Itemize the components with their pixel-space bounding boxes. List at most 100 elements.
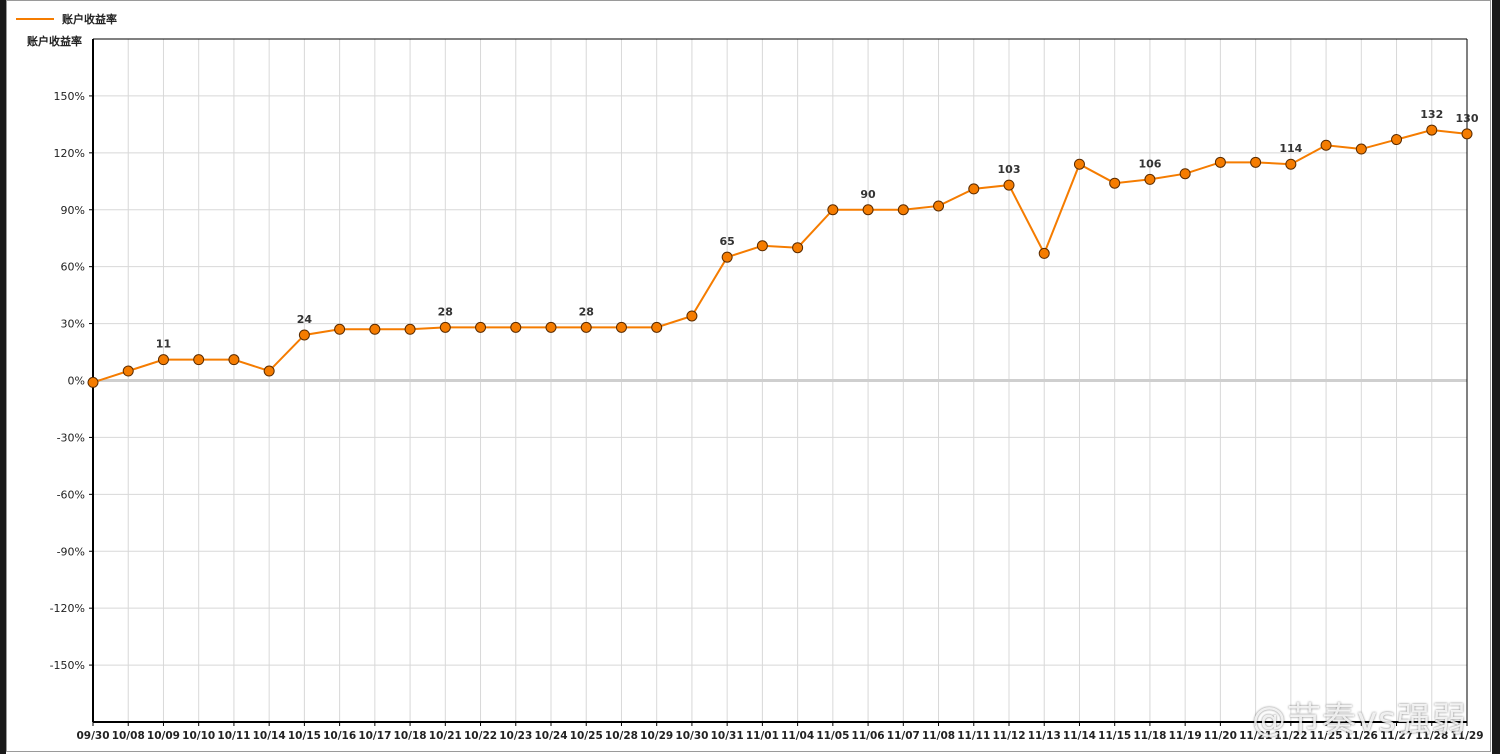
data-label: 90 — [860, 188, 876, 201]
data-point — [228, 354, 240, 366]
data-point — [651, 321, 663, 333]
y-tick-label: 90% — [61, 204, 85, 217]
data-point — [1391, 134, 1403, 146]
data-point — [615, 321, 627, 333]
data-label: 130 — [1456, 112, 1479, 125]
data-point — [369, 323, 381, 335]
x-tick-label: 11/18 — [1133, 730, 1166, 742]
data-label: 11 — [156, 338, 171, 351]
x-tick-label: 10/22 — [464, 730, 497, 742]
data-label: 132 — [1420, 108, 1443, 121]
data-point — [1038, 247, 1050, 259]
y-tick-label: -60% — [57, 488, 85, 501]
x-tick-label: 11/14 — [1063, 730, 1096, 742]
data-point — [193, 354, 205, 366]
data-labels: 11 24 28 28 65 90 103 106 114 132 130 — [156, 108, 1479, 351]
x-tick-label: 09/30 — [76, 730, 109, 742]
series-line — [92, 129, 1468, 384]
y-tick-label: 120% — [54, 147, 85, 160]
y-tick-label: -120% — [50, 602, 85, 615]
data-point — [334, 323, 346, 335]
data-point — [1214, 156, 1226, 168]
data-point — [404, 323, 416, 335]
x-tick-label: 10/24 — [534, 730, 567, 742]
data-label: 28 — [579, 305, 594, 318]
y-tick-label: 150% — [54, 90, 85, 103]
x-tick-label: 10/18 — [394, 730, 427, 742]
chart-window: 账户收益率 账户收益率 150% 120% 90% 60% 30% 0% -30% -60% -… — [0, 0, 1500, 754]
x-tick-label: 10/25 — [570, 730, 603, 742]
x-tick-label: 10/10 — [182, 730, 215, 742]
data-point — [897, 204, 909, 216]
data-point — [1426, 124, 1438, 136]
data-point — [1109, 177, 1121, 189]
y-tick-label: 0% — [68, 375, 85, 388]
data-point — [475, 321, 487, 333]
x-tick-label: 11/01 — [746, 730, 779, 742]
x-tick-label: 11/15 — [1098, 730, 1131, 742]
data-point — [1144, 173, 1156, 185]
grid-lines — [92, 39, 1468, 722]
data-point — [1003, 179, 1015, 191]
x-tick-label: 11/11 — [957, 730, 990, 742]
data-point — [439, 321, 451, 333]
data-point — [933, 200, 945, 212]
x-tick-label: 11/12 — [992, 730, 1025, 742]
data-point — [1355, 143, 1367, 155]
x-tick-label: 11/13 — [1028, 730, 1061, 742]
data-point — [827, 204, 839, 216]
data-point — [721, 251, 733, 263]
axes — [89, 38, 1468, 726]
data-point — [580, 321, 592, 333]
data-point — [122, 365, 134, 377]
data-point — [686, 310, 698, 322]
data-label: 65 — [719, 235, 734, 248]
x-tick-label: 10/15 — [288, 730, 321, 742]
x-tick-label: 10/28 — [605, 730, 638, 742]
data-point — [756, 240, 768, 252]
x-tick-label: 10/29 — [640, 730, 673, 742]
x-tick-label: 10/09 — [147, 730, 180, 742]
data-point — [1179, 168, 1191, 180]
data-point — [792, 242, 804, 254]
y-tick-label: 30% — [61, 318, 85, 331]
x-tick-label: 10/17 — [358, 730, 391, 742]
data-point — [545, 321, 557, 333]
x-tick-label: 10/14 — [253, 730, 286, 742]
data-label: 24 — [297, 313, 313, 326]
data-point — [968, 183, 980, 195]
x-tick-label: 10/31 — [711, 730, 744, 742]
data-point — [1073, 158, 1085, 170]
data-label: 28 — [438, 305, 453, 318]
data-point — [510, 321, 522, 333]
x-tick-label: 11/05 — [816, 730, 849, 742]
x-tick-label: 11/19 — [1169, 730, 1202, 742]
x-tick-label: 11/04 — [781, 730, 814, 742]
data-label: 103 — [998, 163, 1021, 176]
data-point — [298, 329, 310, 341]
x-tick-label: 10/23 — [499, 730, 532, 742]
x-tick-label: 10/11 — [217, 730, 250, 742]
data-label: 106 — [1138, 157, 1161, 170]
data-label: 114 — [1279, 142, 1302, 155]
x-tick-label: 10/21 — [429, 730, 462, 742]
series-layer — [87, 124, 1473, 388]
y-tick-label: -30% — [57, 431, 85, 444]
data-point — [263, 365, 275, 377]
x-tick-label: 11/08 — [922, 730, 955, 742]
x-tick-label: 11/20 — [1204, 730, 1237, 742]
y-tick-label: -150% — [50, 659, 85, 672]
data-point — [157, 354, 169, 366]
data-point — [1461, 128, 1473, 140]
x-tick-label: 11/06 — [852, 730, 885, 742]
line-chart: 150% 120% 90% 60% 30% 0% -30% -60% -90% -120% -150… — [50, 38, 1484, 742]
x-tick-label: 10/16 — [323, 730, 356, 742]
y-tick-label: 60% — [61, 261, 85, 274]
watermark: @节奏vs强弱 — [1252, 700, 1467, 740]
data-point — [1320, 139, 1332, 151]
data-point — [87, 376, 99, 388]
x-tick-label: 10/30 — [675, 730, 708, 742]
data-point — [862, 204, 874, 216]
data-point — [1285, 158, 1297, 170]
x-tick-label: 11/07 — [887, 730, 920, 742]
